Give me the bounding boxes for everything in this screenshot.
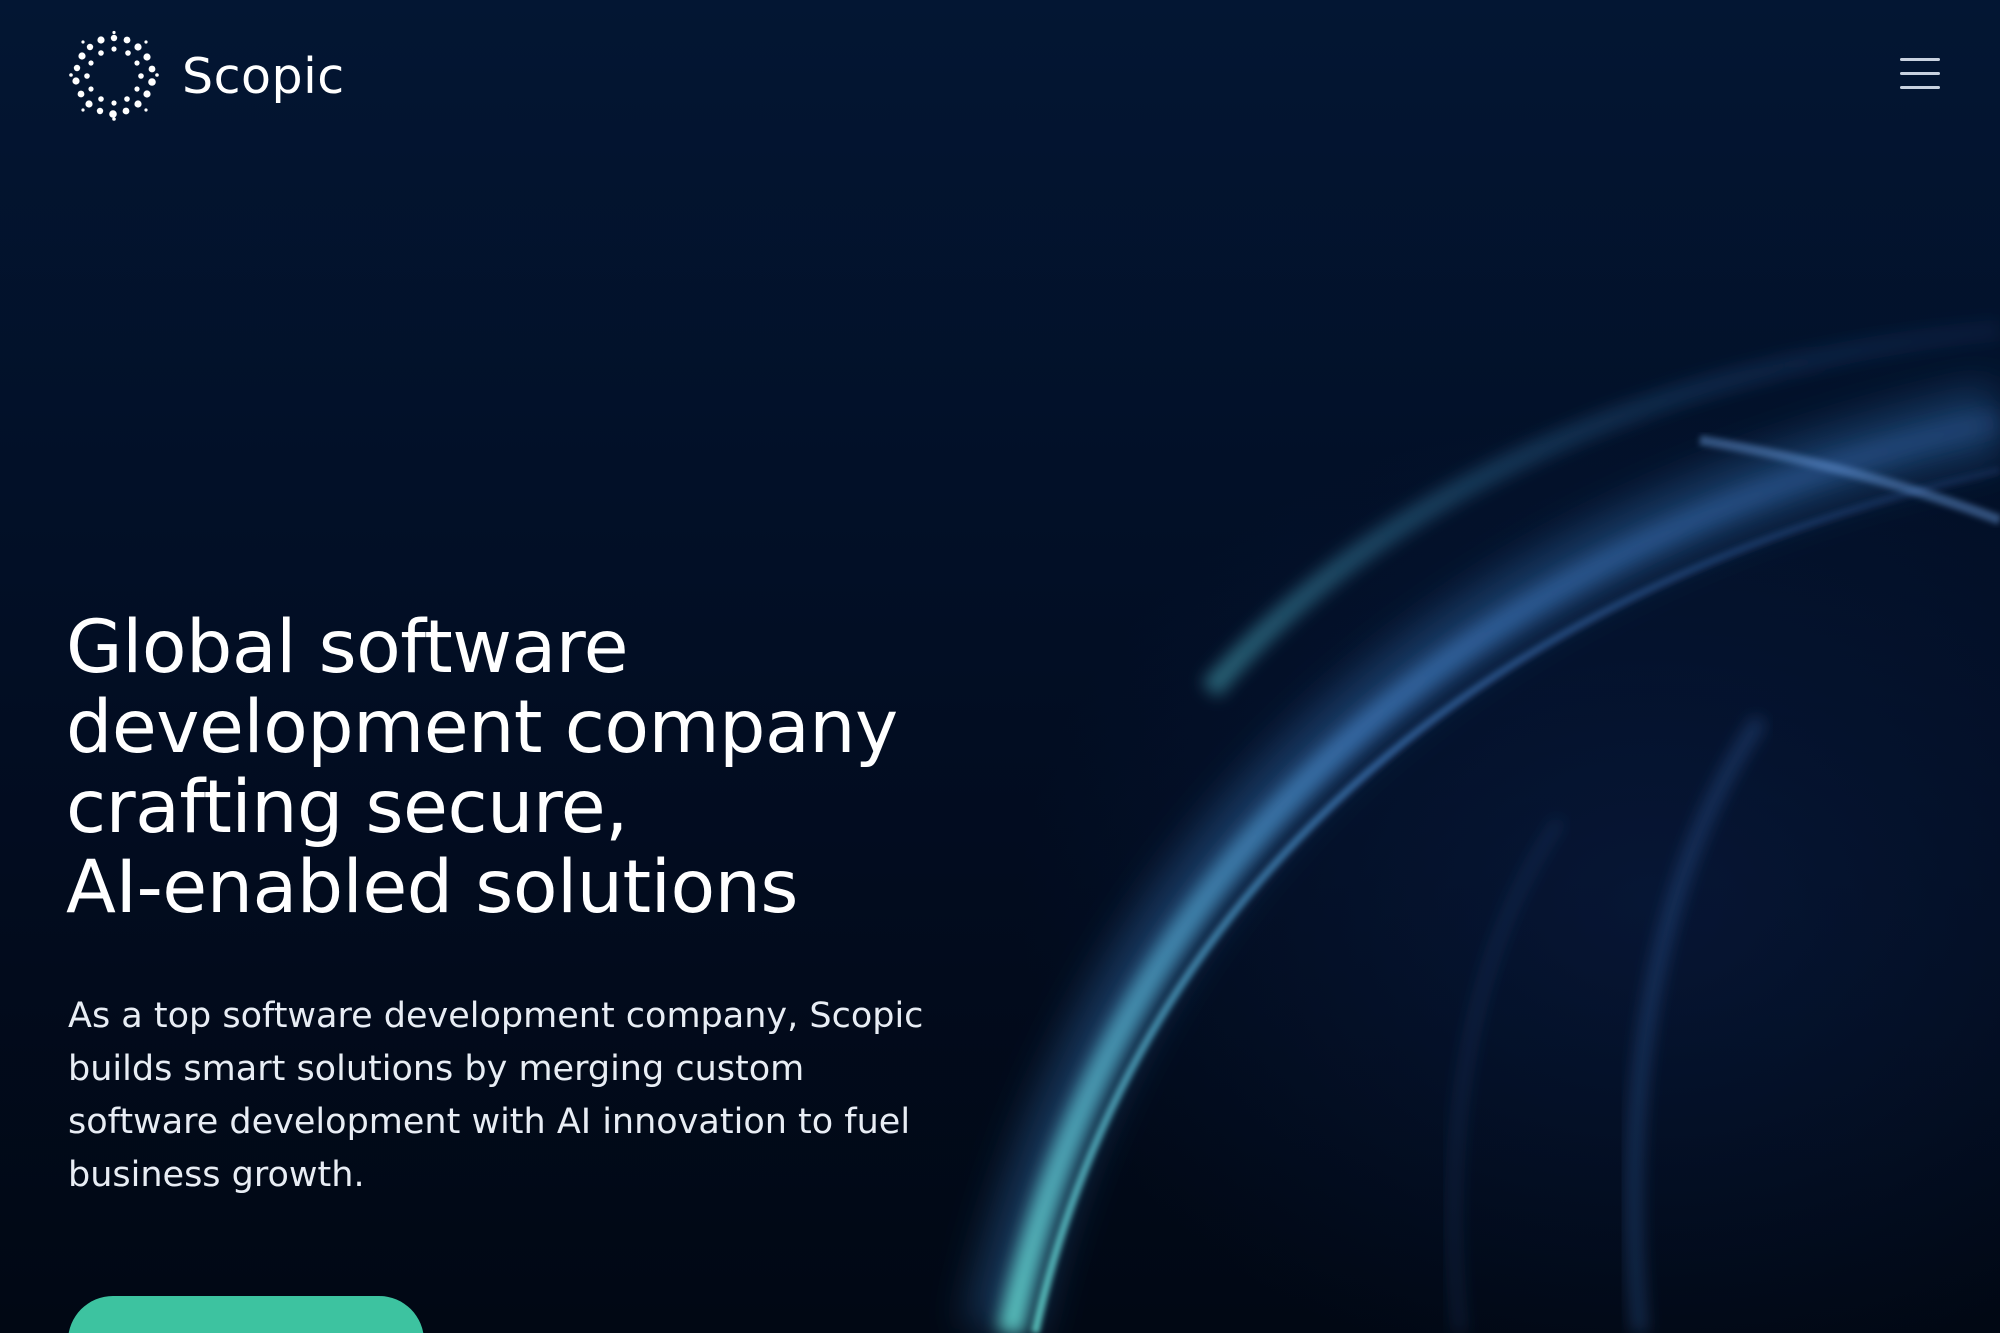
menu-bar-bottom [1900,86,1940,89]
description-line: business growth. [68,1155,365,1195]
hamburger-menu-icon[interactable] [1896,54,1944,98]
headline-line: crafting secure, [66,765,628,850]
description-line: software development with AI innovation … [68,1102,911,1142]
headline-line: AI-enabled solutions [66,845,798,930]
brand-name: Scopic [182,47,345,105]
headline-line: Global software [66,605,629,690]
description-line: builds smart solutions by merging custom [68,1049,805,1089]
description-line: As a top software development company, S… [68,996,924,1036]
menu-bar-top [1900,58,1940,61]
hero-description: As a top software development company, S… [68,990,1028,1202]
dotted-circle-logo-icon [69,30,159,121]
cta-button[interactable] [68,1296,424,1333]
hero-headline: Global software development company craf… [66,608,1016,928]
menu-bar-middle [1900,72,1940,75]
hero-section: Scopic Global software development compa… [0,0,2000,1333]
site-header: Scopic [0,0,2000,150]
brand-logo[interactable]: Scopic [68,28,345,124]
headline-line: development company [66,685,898,770]
